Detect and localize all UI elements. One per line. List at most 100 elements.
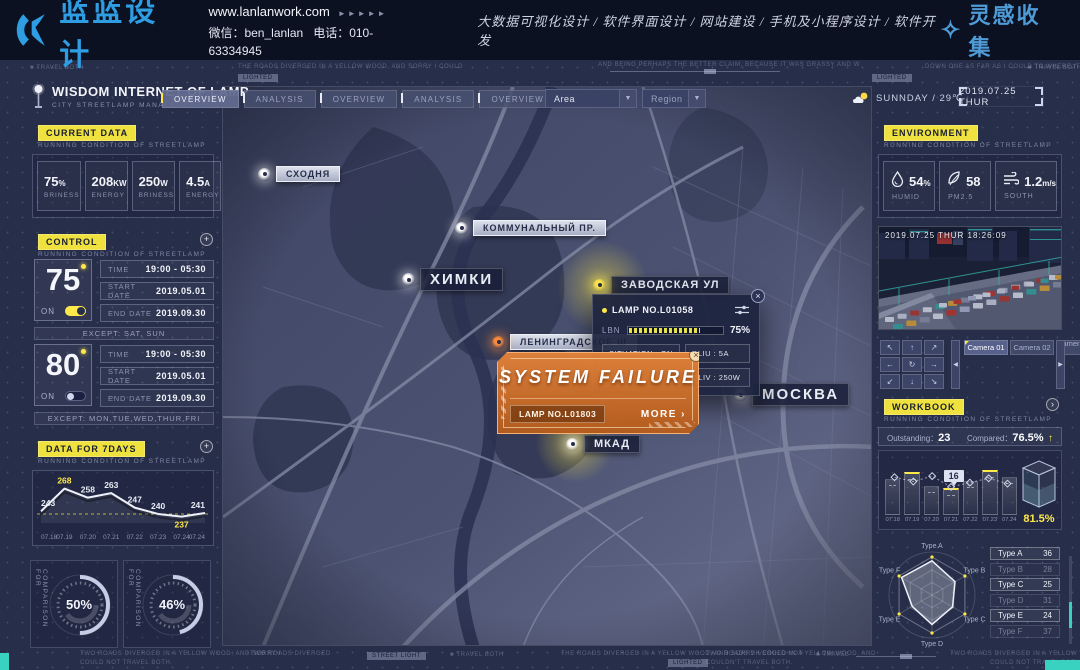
area-select[interactable]: Area ▼ [545, 89, 637, 108]
tab-overview-0[interactable]: OVERVIEW [162, 90, 239, 108]
lamp-pin-icon[interactable] [455, 222, 468, 235]
control-row-end-date[interactable]: END DATE2019.09.30 [100, 389, 214, 407]
failure-title: SYSTEM FAILURE [498, 367, 698, 388]
camera-video-feed[interactable]: 2019.07.25 THUR 18:26:09 [878, 226, 1062, 330]
map-label-3[interactable]: ЗАВОДСКАЯ УЛ [593, 276, 729, 294]
decor-text: COULDN'T TRAVEL BOTH. [706, 660, 793, 666]
dpad-6-button[interactable]: ↙ [880, 374, 900, 389]
dpad-4-button[interactable]: ↻ [902, 357, 922, 372]
arrows-decor: ►►►►► [338, 9, 388, 18]
seven-day-subtitle: RUNNING CONDITION OF STREETLAMP [38, 458, 206, 465]
decor-slider[interactable] [610, 71, 780, 72]
decor-badge: LIGHTED [872, 74, 912, 82]
control-row-start-date[interactable]: START DATE2019.05.01 [100, 367, 214, 385]
map-label-2[interactable]: ХИМКИ [402, 268, 503, 291]
workbook-chart-panel: 07.1807.1907.2007.2107.2207.2307.24 81.5… [878, 450, 1062, 530]
dpad-5-button[interactable]: → [924, 357, 944, 372]
decor-text: TWO ROADS DIVERGED IN A YELLOW WOOD, AND… [950, 651, 1080, 657]
tab-analysis-3[interactable]: ANALYSIS [402, 90, 474, 108]
tab-analysis-1[interactable]: ANALYSIS [244, 90, 316, 108]
workbook-x-labels: 07.1807.1907.2007.2107.2207.2307.24 [885, 517, 1017, 523]
camera-timestamp: 2019.07.25 THUR 18:26:09 [885, 231, 1007, 240]
camera-prev-button[interactable]: ◀ [951, 340, 960, 389]
env-south: 1.2m/sSOUTH [995, 161, 1057, 211]
dpad-1-button[interactable]: ↑ [902, 340, 922, 355]
svg-text:240: 240 [151, 501, 165, 511]
lamp-pin-icon[interactable] [402, 273, 415, 286]
legend-row-type-c[interactable]: Type C25 [990, 578, 1060, 591]
website-link[interactable]: www.lanlanwork.com [208, 4, 329, 19]
failure-lamp-id: LAMP NO.L01803 [510, 405, 605, 423]
legend-row-type-f[interactable]: Type F37 [990, 625, 1060, 638]
wind-icon [1003, 172, 1019, 191]
region-select[interactable]: Region ▼ [642, 89, 706, 108]
env-pm25: 58PM2.5 [939, 161, 991, 211]
environment-panel: 54%HUMID58PM2.51.2m/sSOUTH [878, 154, 1062, 218]
decor-slider[interactable] [856, 656, 936, 657]
lamp-pin-icon[interactable] [566, 438, 579, 451]
sliders-icon[interactable] [734, 304, 750, 316]
map-label-5[interactable]: МКАД [566, 435, 640, 453]
env-label: PM2.5 [947, 194, 990, 201]
close-icon[interactable]: × [751, 289, 765, 303]
decor-badge: LIGHTED [668, 659, 708, 667]
svg-text:Type C: Type C [963, 617, 985, 624]
legend-row-type-d[interactable]: Type D31 [990, 594, 1060, 607]
control-row-time[interactable]: TIME19:00 - 05:30 [100, 345, 214, 363]
env-humid: 54%HUMID [883, 161, 935, 211]
env-label: SOUTH [1003, 193, 1056, 200]
svg-text:Type F: Type F [879, 568, 900, 575]
legend-value: 25 [1043, 580, 1052, 589]
map-label-0[interactable]: СХОДНЯ [258, 166, 340, 182]
svg-text:268: 268 [57, 476, 71, 486]
legend-row-type-e[interactable]: Type E24 [990, 609, 1060, 622]
camera-button-1[interactable]: Camera 01 [964, 340, 1008, 355]
system-failure-popup: SYSTEM FAILURE LAMP NO.L01803 MORE › × [497, 352, 699, 434]
legend-row-type-b[interactable]: Type B28 [990, 563, 1060, 576]
map-label-1[interactable]: КОММУНАЛЬНЫЙ ПР. [455, 220, 606, 236]
more-button[interactable]: MORE › [641, 409, 686, 420]
area-select-value: Area [546, 94, 619, 104]
inspiration-collect[interactable]: ✧ 灵感收集 [940, 0, 1062, 62]
decor-text: COULD NOT TRAVEL BOTH. [80, 660, 173, 666]
lamp-toggle[interactable] [65, 306, 86, 316]
workbook-x-label: 07.21 [943, 517, 958, 523]
scrollbar[interactable] [1069, 556, 1072, 644]
lamp-pin-icon[interactable] [258, 168, 271, 181]
legend-row-type-a[interactable]: Type A36 [990, 547, 1060, 560]
chevron-down-icon[interactable]: ▼ [619, 90, 636, 107]
stat-label: ENERGY [186, 192, 219, 199]
leaf-icon [947, 171, 961, 192]
lamp-pin-icon[interactable] [593, 279, 606, 292]
weather-text: SUNNDAY / 29℃ [876, 93, 964, 104]
dpad-2-button[interactable]: ↗ [924, 340, 944, 355]
dpad-0-button[interactable]: ↖ [880, 340, 900, 355]
chevron-down-icon[interactable]: ▼ [688, 90, 705, 107]
lamp-pin-icon[interactable] [492, 336, 505, 349]
stat-value: 208KW [92, 174, 127, 189]
traffic-scene [879, 227, 1062, 330]
control-add-button[interactable]: + [200, 233, 213, 246]
svg-text:Type E: Type E [879, 617, 901, 624]
wechat-label: 微信：ben_lanlan [208, 26, 303, 40]
lamp-toggle[interactable] [65, 391, 86, 401]
seven-day-add-button[interactable]: + [200, 440, 213, 453]
tab-overview-2[interactable]: OVERVIEW [321, 90, 398, 108]
lbn-progress-track [627, 326, 724, 335]
dpad-8-button[interactable]: ↘ [924, 374, 944, 389]
camera-button-2[interactable]: Camera 02 [1010, 340, 1054, 355]
row-label: TIME [108, 265, 129, 274]
collect-label: 灵感收集 [968, 0, 1062, 62]
workbook-badge: WORKBOOK [884, 399, 964, 415]
lamp-state-label: ON [41, 307, 55, 316]
dpad-7-button[interactable]: ↓ [902, 374, 922, 389]
workbook-next-button[interactable]: › [1046, 398, 1059, 411]
control-row-time[interactable]: TIME19:00 - 05:30 [100, 260, 214, 278]
bar-tooltip: 16 [944, 470, 964, 482]
seven-day-badge: DATA FOR 7DAYS [38, 441, 145, 457]
control-row-end-date[interactable]: END DATE2019.09.30 [100, 304, 214, 322]
control-row-start-date[interactable]: START DATE2019.05.01 [100, 282, 214, 300]
camera-next-button[interactable]: ▶ [1056, 340, 1065, 389]
dpad-3-button[interactable]: ← [880, 357, 900, 372]
current-data-subtitle: RUNNING CONDITION OF STREETLAMP [38, 142, 206, 149]
